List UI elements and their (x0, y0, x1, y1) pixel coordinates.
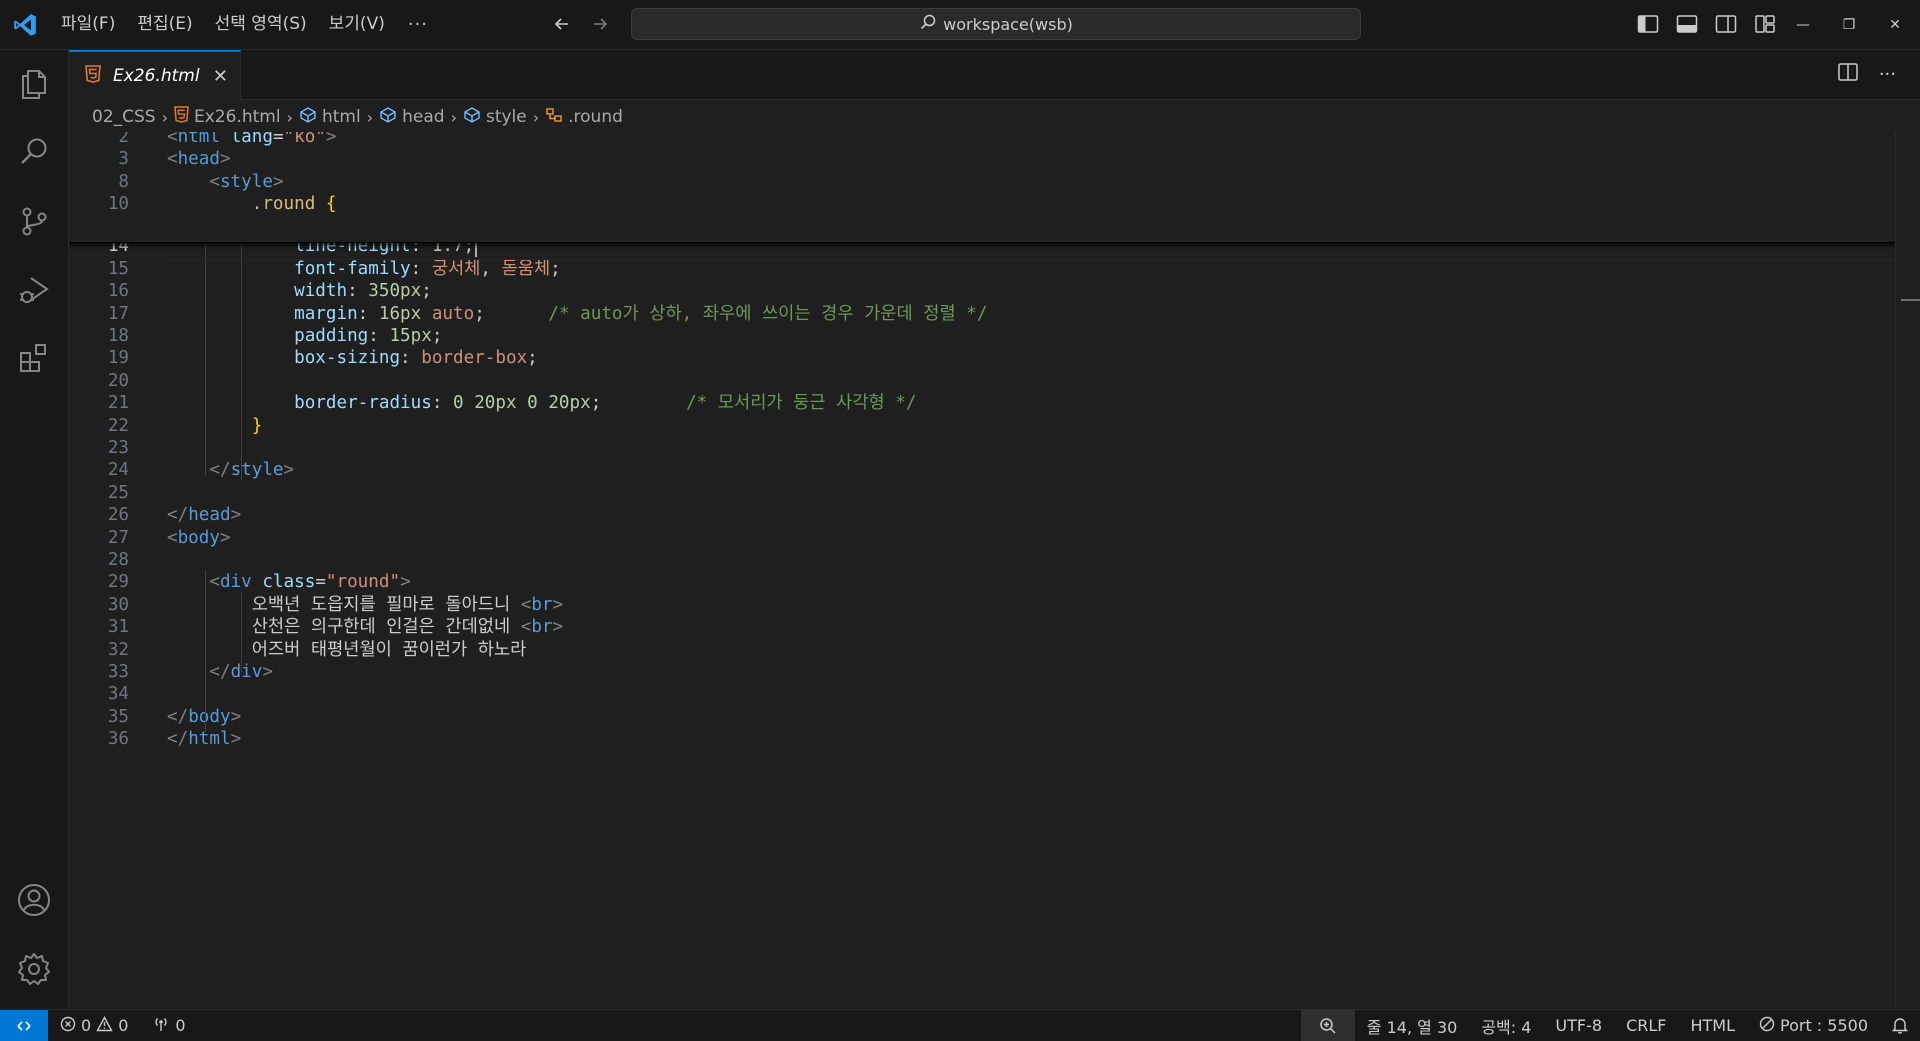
settings-gear-icon[interactable] (0, 939, 68, 999)
cursor-position[interactable]: 줄 14, 열 30 (1355, 1010, 1470, 1041)
code-line[interactable]: 36 </html> (69, 726, 1895, 753)
close-window-button[interactable]: ✕ (1872, 0, 1918, 49)
activity-bar (0, 50, 69, 1009)
end-of-line[interactable]: CRLF (1614, 1010, 1678, 1041)
search-icon (919, 13, 937, 35)
minimize-button[interactable]: — (1780, 0, 1826, 49)
indent-guide (241, 242, 242, 480)
navigation-arrows (550, 10, 612, 38)
more-actions-button[interactable]: ··· (1879, 64, 1896, 85)
restore-button[interactable]: ❐ (1826, 0, 1872, 49)
ports-count: 0 (175, 1016, 186, 1035)
live-server-port[interactable]: Port : 5500 (1747, 1010, 1880, 1041)
accounts-icon[interactable] (0, 870, 68, 930)
breadcrumb-html[interactable]: html (299, 106, 361, 129)
indentation[interactable]: 공백: 4 (1469, 1010, 1543, 1041)
broadcast-icon (152, 1016, 170, 1036)
editor-tab-bar: Ex26.html ✕ ··· (69, 50, 1920, 100)
cursor-overview-marker (1901, 299, 1920, 301)
ports-indicator[interactable]: 0 (152, 1016, 186, 1036)
tab-close-button[interactable]: ✕ (213, 66, 228, 87)
breadcrumb-folder[interactable]: 02_CSS (92, 107, 156, 127)
chevron-right-icon: › (532, 107, 540, 127)
html5-file-icon (174, 106, 189, 128)
search-sidebar-icon[interactable] (0, 122, 68, 182)
forward-arrow-icon[interactable] (588, 10, 612, 38)
back-arrow-icon[interactable] (550, 10, 574, 38)
breadcrumb-label: html (321, 107, 361, 127)
extensions-icon[interactable] (0, 328, 68, 388)
code-editor[interactable]: 2 <html lang="ko"> 3 <head> 8 <style> 10 .rou… (69, 132, 1895, 1008)
code-line[interactable]: 10 .round { (69, 191, 1895, 218)
warning-count: 0 (118, 1016, 129, 1035)
breadcrumb-label: .round (568, 107, 623, 127)
command-center-search[interactable]: workspace(wsb) (631, 8, 1361, 40)
toggle-secondary-sidebar-icon[interactable] (1714, 12, 1738, 36)
html5-file-icon (85, 65, 101, 87)
circle-slash-icon (1759, 1016, 1775, 1036)
menu-selection[interactable]: 선택 영역(S) (204, 0, 318, 49)
source-control-icon[interactable] (0, 191, 68, 251)
chevron-right-icon: › (161, 107, 168, 127)
tab-ex26-html[interactable]: Ex26.html ✕ (69, 50, 241, 100)
split-editor-icon[interactable] (1837, 62, 1859, 86)
symbol-class-icon (545, 106, 563, 129)
explorer-icon[interactable] (0, 54, 68, 114)
command-center-label: workspace(wsb) (943, 14, 1073, 34)
breadcrumb-selector[interactable]: .round (545, 106, 623, 129)
symbol-field-icon (299, 106, 317, 129)
language-mode[interactable]: HTML (1678, 1010, 1747, 1041)
tab-label: Ex26.html (113, 66, 200, 86)
status-bar: 0 0 0 줄 14, 열 30 공백: 4 UTF-8 CRLF HTML P… (0, 1009, 1920, 1041)
breadcrumb-head[interactable]: head (379, 106, 445, 129)
window-controls: — ❐ ✕ (1780, 0, 1918, 49)
breadcrumb-label: style (485, 107, 527, 127)
menu-edit[interactable]: 편집(E) (126, 0, 203, 49)
remote-indicator-icon[interactable] (0, 1010, 48, 1041)
vscode-logo-icon (0, 0, 50, 49)
indent-guide (205, 242, 206, 476)
problems-indicator[interactable]: 0 0 (60, 1015, 129, 1036)
chevron-right-icon: › (450, 107, 457, 127)
line-number: 10 (107, 194, 129, 215)
chevron-right-icon: › (286, 107, 293, 127)
menu-file[interactable]: 파일(F) (50, 0, 126, 49)
error-icon (60, 1016, 76, 1036)
editor-actions: ··· (1837, 62, 1896, 86)
symbol-field-icon (379, 106, 397, 129)
customize-layout-icon[interactable] (1753, 12, 1777, 36)
indent-guide (241, 593, 242, 672)
breadcrumb-style[interactable]: style (463, 106, 527, 129)
layout-controls (1636, 12, 1777, 36)
breadcrumb-label: 02_CSS (92, 107, 156, 127)
editor-scrollbar[interactable] (1895, 132, 1920, 1008)
encoding[interactable]: UTF-8 (1543, 1010, 1614, 1041)
breadcrumb: 02_CSS › Ex26.html › html › head › style… (92, 104, 623, 130)
indent-guide (205, 570, 206, 732)
title-bar: 파일(F) 편집(E) 선택 영역(S) 보기(V) ··· workspace… (0, 0, 1920, 50)
breadcrumb-file[interactable]: Ex26.html (174, 106, 281, 128)
breadcrumb-label: head (402, 107, 445, 127)
code-text: .round { (251, 194, 337, 215)
error-count: 0 (81, 1016, 92, 1035)
line-number: 36 (107, 729, 129, 750)
notifications-bell-icon[interactable] (1880, 1010, 1920, 1041)
menu-bar: 파일(F) 편집(E) 선택 영역(S) 보기(V) ··· (50, 0, 440, 49)
toggle-panel-icon[interactable] (1675, 12, 1699, 36)
toggle-primary-sidebar-icon[interactable] (1636, 12, 1660, 36)
menu-more-button[interactable]: ··· (396, 14, 440, 35)
zoom-in-icon[interactable] (1300, 1010, 1355, 1041)
chevron-right-icon: › (366, 107, 374, 127)
sticky-scroll-header[interactable]: 2 <html lang="ko"> 3 <head> 8 <style> 10 .rou… (69, 132, 1895, 243)
menu-view[interactable]: 보기(V) (318, 0, 396, 49)
run-debug-icon[interactable] (0, 260, 68, 320)
warning-icon (96, 1015, 113, 1036)
symbol-field-icon (463, 106, 481, 129)
breadcrumb-label: Ex26.html (194, 107, 281, 127)
port-label: Port : 5500 (1780, 1016, 1868, 1035)
